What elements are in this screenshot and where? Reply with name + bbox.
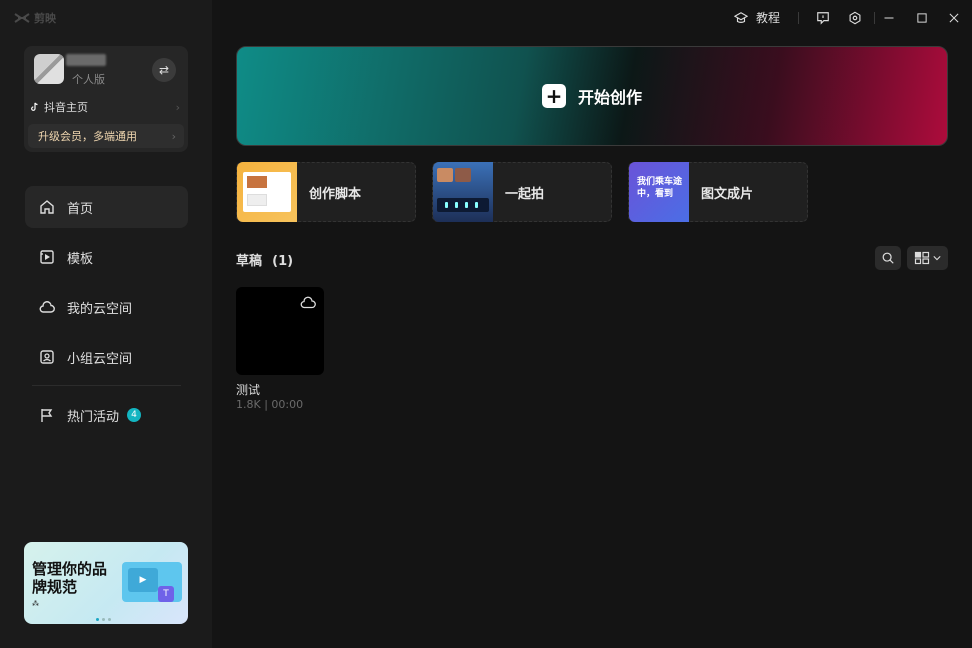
quick-action-text-to-video[interactable]: 我们乘车途中，看到 图文成片 [628,162,808,222]
events-count-badge: 4 [127,408,142,422]
sidebar-item-events[interactable]: 热门活动 4 [25,394,188,436]
close-button[interactable] [945,9,963,27]
sidebar-item-group-cloud[interactable]: 小组云空间 [25,336,188,378]
swap-icon: ⇄ [158,63,170,77]
promo-banner[interactable]: 管理你的品牌规范 ⁂ ▶ T [24,542,188,624]
drafts-count: (1) [272,254,294,269]
minimize-button[interactable] [880,9,898,27]
quick-action-shoot-together[interactable]: 一起拍 [432,162,612,222]
main-content: 教程 + 开始创作 创作脚本 一起拍 我们乘车途中，看到 图文成片 草稿 (1)… [212,0,972,648]
feedback-icon [817,12,829,25]
tutorial-label: 教程 [756,11,781,25]
maximize-icon [917,13,927,23]
sidebar-item-templates[interactable]: 模板 [25,236,188,278]
user-card: 个人版 ⇄ 抖音主页 › 升级会员，多端通用 › [24,46,188,152]
start-creation-label: 开始创作 [577,88,642,107]
draft-meta: 1.8K | 00:00 [236,398,304,411]
douyin-label: 抖音主页 [44,101,88,114]
chevron-down-icon [933,256,941,261]
draft-name: 测试 [236,383,261,397]
chevron-right-icon: › [171,129,176,143]
vip-upgrade-button[interactable]: 升级会员，多端通用 › [28,124,184,148]
thumbnail-caption: 我们乘车途中，看到 [637,177,683,199]
draft-thumbnail[interactable] [236,287,324,375]
group-cloud-icon [40,350,54,364]
play-icon: ▶ [128,568,158,592]
sidebar-item-my-cloud[interactable]: 我的云空间 [25,286,188,328]
drafts-title: 草稿 [236,254,263,269]
avatar[interactable] [34,54,64,84]
tutorial-button[interactable]: 教程 [734,9,780,26]
capcut-logo-icon [14,13,30,23]
start-creation-button[interactable]: + 开始创作 [236,46,948,146]
sidebar-item-label: 模板 [67,251,94,267]
sidebar-item-label: 小组云空间 [67,351,133,367]
vip-label: 升级会员，多端通用 [38,130,137,143]
cloud-icon[interactable] [300,295,316,309]
search-drafts-button[interactable] [875,246,901,270]
template-icon [40,250,54,264]
sidebar-item-label: 我的云空间 [67,301,133,317]
promo-title: 管理你的品牌规范 [32,560,108,596]
tiktok-icon [31,102,38,111]
sidebar: 剪映 个人版 ⇄ 抖音主页 › 升级会员，多端通用 › 首页 模板 我的云空间 … [0,0,212,648]
cloud-icon [39,301,55,313]
feedback-button[interactable] [814,9,832,27]
view-mode-button[interactable] [907,246,948,270]
close-icon [949,13,959,23]
graduation-cap-icon [734,11,748,23]
grid-view-icon [914,251,930,265]
maximize-button[interactable] [913,9,931,27]
quick-action-label: 一起拍 [505,186,545,202]
plus-icon: + [541,84,566,108]
app-logo: 剪映 [14,10,56,26]
douyin-link[interactable]: 抖音主页 › [30,99,180,115]
flag-icon [41,409,53,422]
gear-icon [849,11,861,25]
script-thumbnail [237,162,297,222]
settings-button[interactable] [846,9,864,27]
sidebar-item-label: 首页 [67,201,94,217]
capcut-logo-icon: ⁂ [32,600,39,608]
drafts-heading: 草稿 (1) [236,250,293,269]
edition-label: 个人版 [72,73,105,86]
carousel-dots[interactable] [96,618,111,621]
sidebar-item-home[interactable]: 首页 [25,186,188,228]
search-icon [882,252,894,264]
chevron-right-icon: › [175,100,180,114]
topbar-divider [874,12,875,24]
app-name: 剪映 [34,12,56,25]
username-blurred [66,54,106,66]
minimize-icon [884,17,894,19]
quick-action-label: 图文成片 [701,186,754,202]
text-tool-icon: T [158,586,174,602]
shoot-together-thumbnail [433,162,493,222]
sidebar-divider [32,385,181,386]
quick-action-script[interactable]: 创作脚本 [236,162,416,222]
sidebar-item-label: 热门活动 [67,409,120,425]
quick-action-label: 创作脚本 [309,186,362,202]
text-to-video-thumbnail: 我们乘车途中，看到 [629,162,689,222]
home-icon [40,200,54,214]
switch-account-button[interactable]: ⇄ [152,58,176,82]
topbar-divider [798,12,799,24]
